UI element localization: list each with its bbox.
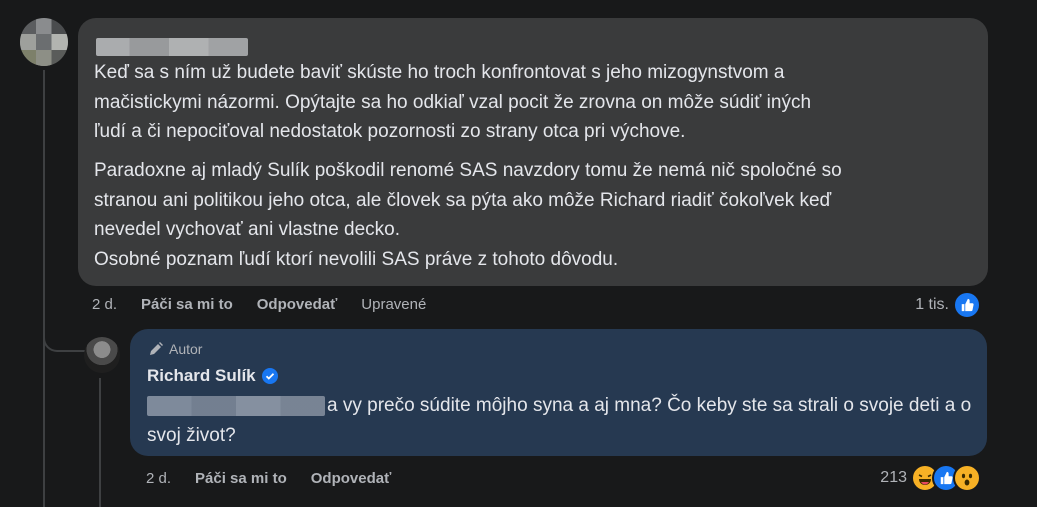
pen-icon <box>150 342 163 355</box>
reply-button[interactable]: Odpovedať <box>311 470 392 487</box>
author-avatar[interactable] <box>84 337 120 373</box>
comment-bubble: Keď sa s ním už budete baviť skúste ho t… <box>78 18 988 286</box>
comment-paragraph: Keď sa s ním už budete baviť skúste ho t… <box>94 62 812 142</box>
like-icon <box>953 291 981 319</box>
like-button[interactable]: Páči sa mi to <box>141 296 233 313</box>
reply-thread-line <box>99 378 101 507</box>
verified-badge-icon <box>261 368 278 384</box>
comment-timestamp[interactable]: 2 d. <box>92 296 117 313</box>
reply-timestamp[interactable]: 2 d. <box>146 470 171 487</box>
thread-line <box>43 70 45 507</box>
reaction-summary[interactable]: 1 tis. <box>915 291 981 319</box>
avatar[interactable] <box>20 18 68 66</box>
reaction-count: 213 <box>880 469 907 486</box>
comment-paragraph: Paradoxne aj mladý Sulík poškodil renomé… <box>94 160 842 270</box>
blurred-commenter-name[interactable] <box>96 38 248 56</box>
author-badge: Autor <box>148 341 202 357</box>
reply-actions: 2 d. Páči sa mi to Odpovedať <box>146 468 415 488</box>
like-button[interactable]: Páči sa mi to <box>195 470 287 487</box>
author-badge-label: Autor <box>169 341 203 357</box>
comment-actions: 2 d. Páči sa mi to Odpovedať Upravené <box>92 294 450 314</box>
reply-text: a vy prečo súdite môjho syna a aj mna? Č… <box>147 395 972 446</box>
author-reply-bubble: Autor Richard Sulík a vy prečo súdite mô… <box>130 329 987 456</box>
author-name[interactable]: Richard Sulík <box>147 366 278 386</box>
wow-icon <box>953 464 981 492</box>
reaction-count: 1 tis. <box>915 296 949 313</box>
reaction-summary[interactable]: 213 <box>880 464 981 492</box>
author-name-text[interactable]: Richard Sulík <box>147 366 256 386</box>
reply-button[interactable]: Odpovedať <box>257 296 338 313</box>
edited-label: Upravené <box>361 295 427 313</box>
thread-connector <box>43 300 85 352</box>
